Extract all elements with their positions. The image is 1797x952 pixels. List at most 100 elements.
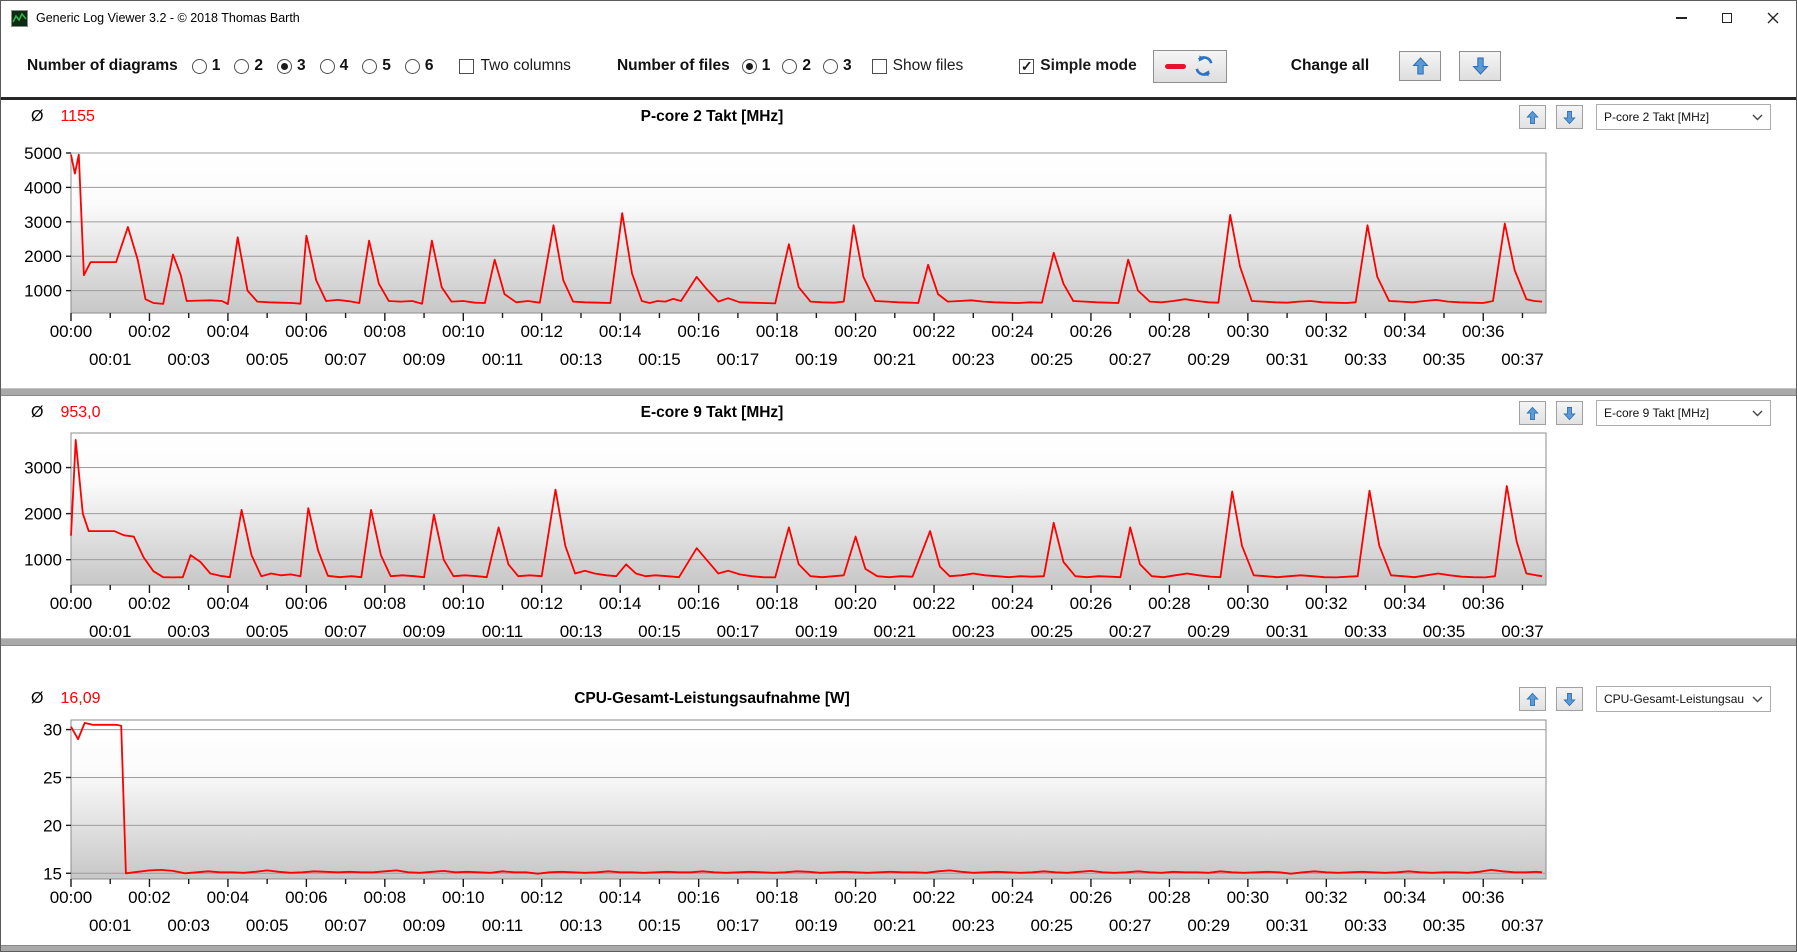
chart-panel-ecore9: Ø 953,0 E-core 9 Takt [MHz] E-core 9 Tak… (1, 396, 1796, 638)
svg-text:00:20: 00:20 (834, 594, 877, 613)
checkbox-box-icon: ✓ (1019, 58, 1035, 74)
svg-text:00:26: 00:26 (1070, 322, 1113, 341)
svg-text:00:37: 00:37 (1501, 350, 1544, 369)
svg-text:00:07: 00:07 (324, 622, 367, 638)
simple-mode-label: Simple mode (1040, 57, 1137, 74)
diagram-count-radio-6[interactable]: 6 (404, 57, 433, 75)
diagram-count-radio-2[interactable]: 2 (234, 57, 263, 75)
svg-text:00:36: 00:36 (1462, 322, 1505, 341)
radio-button-icon (362, 58, 378, 74)
svg-text:00:31: 00:31 (1266, 350, 1309, 369)
svg-text:00:04: 00:04 (207, 888, 250, 907)
file-count-radio-2[interactable]: 2 (782, 57, 811, 75)
move-diagram-up-button[interactable] (1519, 687, 1546, 711)
file-count-radio-1[interactable]: 1 (741, 57, 770, 75)
svg-text:00:15: 00:15 (638, 350, 681, 369)
svg-text:00:03: 00:03 (167, 350, 210, 369)
svg-text:30: 30 (43, 721, 62, 740)
svg-text:00:03: 00:03 (167, 622, 210, 638)
svg-text:00:09: 00:09 (403, 916, 446, 935)
close-icon (1767, 12, 1779, 24)
svg-text:00:23: 00:23 (952, 916, 995, 935)
svg-text:00:12: 00:12 (520, 594, 563, 613)
two-columns-label: Two columns (480, 57, 571, 74)
radio-button-icon (191, 58, 207, 74)
panel-splitter[interactable] (1, 388, 1796, 396)
signal-select-value: CPU-Gesamt-Leistungsau (1604, 692, 1745, 706)
move-diagram-down-button[interactable] (1556, 687, 1583, 711)
close-button[interactable] (1750, 1, 1796, 35)
average-value: 953,0 (60, 404, 101, 421)
arrow-up-icon (1412, 57, 1429, 75)
minimize-button[interactable] (1658, 1, 1704, 35)
simple-mode-checkbox[interactable]: ✓ Simple mode (1019, 57, 1137, 75)
svg-text:00:02: 00:02 (128, 888, 171, 907)
diagram-count-radio-3[interactable]: 3 (276, 57, 306, 75)
svg-text:00:24: 00:24 (991, 888, 1034, 907)
svg-text:00:08: 00:08 (364, 594, 407, 613)
svg-text:00:28: 00:28 (1148, 594, 1191, 613)
two-columns-checkbox[interactable]: Two columns (459, 57, 571, 75)
signal-select-value: P-core 2 Takt [MHz] (1604, 110, 1710, 124)
svg-text:00:13: 00:13 (560, 622, 603, 638)
show-files-checkbox[interactable]: Show files (871, 57, 963, 75)
signal-select-dropdown[interactable]: P-core 2 Takt [MHz] (1596, 104, 1771, 130)
svg-text:00:30: 00:30 (1227, 888, 1270, 907)
file-count-radio-3[interactable]: 3 (823, 57, 852, 75)
red-line-sample-icon (1164, 63, 1186, 69)
maximize-icon (1722, 13, 1732, 23)
diagram-count-radio-4[interactable]: 4 (319, 57, 348, 75)
window-title: Generic Log Viewer 3.2 - © 2018 Thomas B… (36, 11, 300, 25)
svg-text:00:21: 00:21 (874, 622, 917, 638)
move-diagram-up-button[interactable] (1519, 105, 1546, 129)
panel-header: Ø 953,0 E-core 9 Takt [MHz] E-core 9 Tak… (1, 396, 1796, 430)
diagram-count-radio-5[interactable]: 5 (362, 57, 391, 75)
svg-text:00:34: 00:34 (1384, 594, 1427, 613)
svg-text:00:36: 00:36 (1462, 888, 1505, 907)
move-diagram-down-button[interactable] (1556, 105, 1583, 129)
svg-text:00:35: 00:35 (1423, 350, 1466, 369)
signal-select-value: E-core 9 Takt [MHz] (1604, 406, 1710, 420)
radio-label: 1 (211, 57, 221, 74)
svg-text:00:18: 00:18 (756, 322, 799, 341)
svg-text:00:14: 00:14 (599, 888, 642, 907)
svg-text:00:10: 00:10 (442, 322, 485, 341)
svg-text:00:16: 00:16 (677, 594, 720, 613)
move-diagram-down-button[interactable] (1556, 401, 1583, 425)
radio-button-icon (823, 58, 839, 74)
svg-text:00:34: 00:34 (1384, 888, 1427, 907)
svg-text:00:15: 00:15 (638, 916, 681, 935)
svg-text:00:35: 00:35 (1423, 916, 1466, 935)
svg-text:4000: 4000 (24, 178, 62, 197)
change-all-up-button[interactable] (1399, 51, 1442, 81)
svg-text:00:04: 00:04 (207, 322, 250, 341)
average-readout: Ø 953,0 (31, 404, 101, 422)
svg-text:00:00: 00:00 (50, 888, 93, 907)
average-value: 16,09 (60, 690, 101, 707)
svg-text:00:30: 00:30 (1227, 322, 1270, 341)
svg-text:00:21: 00:21 (874, 916, 917, 935)
move-diagram-up-button[interactable] (1519, 401, 1546, 425)
signal-select-dropdown[interactable]: CPU-Gesamt-Leistungsau (1596, 686, 1771, 712)
svg-text:5000: 5000 (24, 144, 62, 163)
svg-text:00:12: 00:12 (520, 888, 563, 907)
line-style-refresh-button[interactable] (1152, 49, 1227, 83)
change-all-down-button[interactable] (1459, 51, 1502, 81)
svg-text:00:11: 00:11 (482, 622, 523, 638)
diagram-count-radio-group: 1 2 3 4 5 6 (191, 57, 433, 75)
panel-splitter[interactable] (1, 638, 1796, 646)
svg-text:00:17: 00:17 (717, 622, 760, 638)
signal-select-dropdown[interactable]: E-core 9 Takt [MHz] (1596, 400, 1771, 426)
svg-text:00:14: 00:14 (599, 594, 642, 613)
svg-text:00:33: 00:33 (1344, 916, 1387, 935)
diagram-count-radio-1[interactable]: 1 (191, 57, 221, 75)
svg-text:2000: 2000 (24, 247, 62, 266)
svg-text:00:05: 00:05 (246, 350, 289, 369)
svg-text:00:04: 00:04 (207, 594, 250, 613)
maximize-button[interactable] (1704, 1, 1750, 35)
chart-plot-pcore2: 1000 2000 3000 4000 5000 00:00 00:01 00:02 00:03… (24, 144, 1547, 369)
svg-text:00:09: 00:09 (403, 622, 446, 638)
svg-text:00:23: 00:23 (952, 350, 995, 369)
svg-text:00:28: 00:28 (1148, 888, 1191, 907)
radio-label: 3 (296, 57, 306, 74)
